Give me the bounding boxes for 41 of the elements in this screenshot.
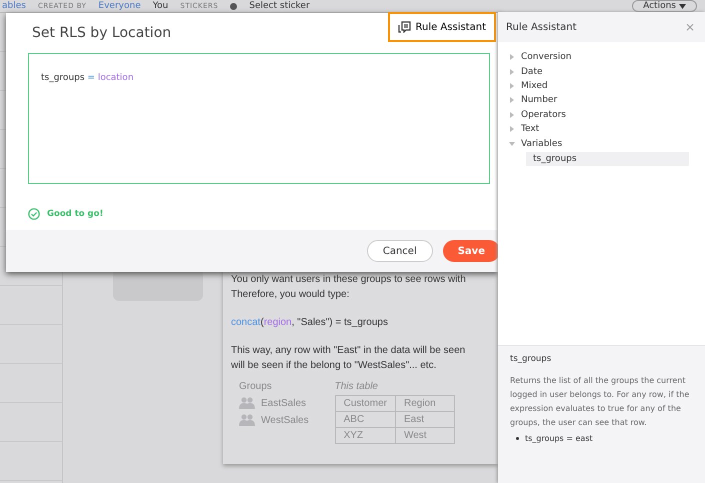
tree-item[interactable]: Mixed: [509, 78, 689, 94]
formula-text: ts_groups = location: [41, 73, 134, 83]
tree-item[interactable]: ts_groups: [526, 152, 689, 166]
sticker-dot-icon: [230, 2, 238, 10]
table-cell: XYZ: [335, 428, 396, 444]
dialog-title: Set RLS by Location: [32, 25, 172, 41]
column-header: Customer: [335, 396, 396, 412]
status-message: Good to go!: [47, 209, 104, 219]
assistant-icon: [398, 21, 412, 33]
caret-down-icon: [679, 4, 686, 8]
tree-item[interactable]: Number: [509, 93, 689, 108]
group-name: WestSales: [261, 414, 309, 426]
formula-editor[interactable]: ts_groups = location: [28, 53, 490, 184]
tree-item[interactable]: Conversion: [509, 50, 689, 64]
detail-description: Returns the list of all the groups the current logged in user belongs to. For any row, if the expression evaluates to true for any of the groups, the user can see that row.: [510, 375, 690, 429]
column-header: Region: [395, 396, 454, 412]
bullet-icon: [516, 437, 519, 440]
filter-option[interactable]: You: [152, 1, 168, 11]
tutorial-text: This way, any row with "East" in the data will be seen: [231, 344, 466, 358]
table-cell: ABC: [335, 412, 396, 428]
group-name: EastSales: [261, 398, 306, 408]
cancel-button[interactable]: Cancel: [366, 240, 433, 262]
tutorial-text: You only want users in these groups to see rows with: [231, 273, 466, 287]
panel-title: Rule Assistant: [506, 22, 577, 32]
tree-item[interactable]: Operators: [509, 108, 689, 122]
tree-item[interactable]: Variables: [509, 136, 689, 151]
sticker-select[interactable]: Select sticker: [249, 1, 310, 11]
example-text: ts_groups = east: [525, 434, 593, 443]
table-cell: West: [395, 428, 454, 444]
formula-text: concat(region, "Sales") = ts_groups: [231, 316, 388, 330]
tutorial-text: will be seen if the belong to "WestSales"... etc.: [231, 359, 436, 373]
rule-assistant-button[interactable]: Rule Assistant: [388, 12, 496, 42]
table-heading: This table: [334, 381, 379, 392]
group-icon: [239, 397, 255, 409]
tree-item[interactable]: Text: [509, 122, 689, 136]
group-icon: [239, 414, 255, 426]
table-cell: East: [395, 412, 454, 428]
groups-heading: Groups: [239, 381, 273, 392]
tree-item[interactable]: Date: [509, 64, 689, 79]
tutorial-text: Therefore, you would type:: [231, 288, 350, 302]
detail-title: ts_groups: [510, 354, 552, 364]
